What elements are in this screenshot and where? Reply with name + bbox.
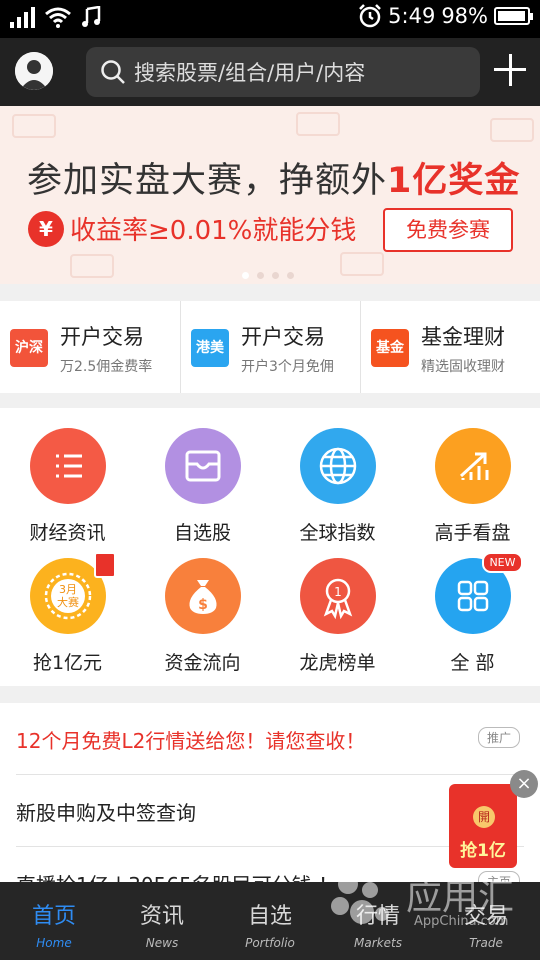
watermark-title: 应用汇 <box>406 877 515 918</box>
banner-headline-highlight: 1亿奖金 <box>387 161 521 201</box>
promo-tag: 推广 <box>477 727 520 748</box>
news-title: 新股申购及中签查询 <box>16 801 196 825</box>
svg-text:3月: 3月 <box>59 583 77 596</box>
search-placeholder: 搜索股票/组合/用户/内容 <box>134 61 366 85</box>
signal-icon <box>10 6 35 28</box>
grid-item-label: 全球指数 <box>299 522 376 544</box>
clock-time: 5:49 <box>388 4 436 28</box>
user-icon <box>15 52 53 90</box>
grid-item-label: 财经资讯 <box>29 522 106 544</box>
list-item[interactable]: 12个月免费L2行情送给您！请您查收！ 推广 <box>16 703 524 775</box>
red-packet-label: 抢1亿 <box>460 841 506 861</box>
svg-text:1: 1 <box>334 585 342 599</box>
decor-bill <box>70 254 114 278</box>
account-desc: 开户3个月免佣 <box>241 359 334 375</box>
grid-item-all[interactable]: NEW 全 部 <box>405 552 540 675</box>
news-title: 12个月免费L2行情送给您！请您查收！ <box>16 729 366 753</box>
grid-item-label: 高手看盘 <box>434 522 511 544</box>
banner-subline-text: 收益率≥0.01%就能分钱 <box>70 216 357 246</box>
grid-item-grab-100m[interactable]: 3月 大赛 抢1亿元 <box>0 552 135 675</box>
grid-item-watchlist[interactable]: 自选股 <box>135 428 270 545</box>
tab-label: 自选 <box>247 904 292 929</box>
search-icon <box>101 60 125 84</box>
list-icon <box>29 428 106 504</box>
inbox-icon <box>164 428 241 504</box>
money-bag-icon: $ <box>164 558 241 634</box>
grid-item-dragon-tiger[interactable]: 1 龙虎榜单 <box>270 558 405 675</box>
watermark-logo: 应用汇 AppChina.com <box>318 862 528 942</box>
account-item-fund[interactable]: 基金 基金理财 精选固收理财 <box>360 301 540 393</box>
add-button[interactable] <box>494 54 526 86</box>
decor-bill <box>490 118 534 142</box>
watermark-site: AppChina.com <box>414 914 509 929</box>
tab-sublabel: Home <box>36 936 72 950</box>
account-title: 开户交易 <box>241 325 325 349</box>
promo-banner[interactable]: 参加实盘大赛，挣额外1亿奖金 ¥ 收益率≥0.01%就能分钱 免费参赛 <box>0 106 540 284</box>
tab-label: 首页 <box>31 904 76 929</box>
alarm-clock-icon <box>359 4 382 28</box>
free-join-button[interactable]: 免费参赛 <box>383 208 513 252</box>
new-badge: NEW <box>482 552 523 573</box>
account-desc: 精选固收理财 <box>421 359 505 375</box>
battery-percent: 98% <box>441 4 488 28</box>
globe-icon <box>299 428 376 504</box>
account-row: 沪深 开户交易 万2.5佣金费率 港美 开户交易 开户3个月免佣 基金 基金理财… <box>0 301 540 393</box>
grid-item-expert-view[interactable]: 高手看盘 <box>405 428 540 545</box>
decor-bill <box>296 112 340 136</box>
red-packet-float[interactable]: 開 抢1亿 <box>449 784 517 868</box>
grid-item-fund-flow[interactable]: $ 资金流向 <box>135 558 270 675</box>
banner-headline: 参加实盘大赛，挣额外1亿奖金 <box>27 161 521 201</box>
svg-text:$: $ <box>198 597 208 613</box>
account-title: 基金理财 <box>421 325 505 349</box>
yen-coin-icon: ¥ <box>28 210 64 247</box>
music-note-icon <box>82 6 101 27</box>
grid-item-label: 龙虎榜单 <box>299 652 376 674</box>
fund-icon: 基金 <box>371 329 409 367</box>
avatar[interactable] <box>15 52 53 90</box>
hk-us-icon: 港美 <box>191 329 229 367</box>
tab-sublabel: Portfolio <box>245 936 295 950</box>
feature-grid: 财经资讯 自选股 全球指数 高手看盘 3月 大赛 抢1亿元 $ 资金流向 1 龙… <box>0 408 540 686</box>
decor-bill <box>340 252 384 276</box>
tab-label: 资讯 <box>139 904 184 929</box>
grid-item-label: 抢1亿元 <box>32 652 103 674</box>
grid-item-label: 自选股 <box>173 522 231 544</box>
tab-news[interactable]: 资讯 News <box>108 882 216 960</box>
watermark-icon <box>331 874 389 924</box>
status-bar: 5:49 98% <box>0 0 540 38</box>
badge-icon: 3月 大赛 <box>29 552 116 634</box>
carousel-dot <box>242 272 249 279</box>
grid-icon: NEW <box>434 552 523 634</box>
grid-item-label: 资金流向 <box>164 652 241 674</box>
tab-home[interactable]: 首页 Home <box>0 882 108 960</box>
grid-item-global-index[interactable]: 全球指数 <box>270 428 405 545</box>
account-item-hk-us[interactable]: 港美 开户交易 开户3个月免佣 <box>180 301 360 393</box>
a-shares-icon: 沪深 <box>10 329 48 367</box>
open-seal-icon: 開 <box>473 806 495 828</box>
grid-item-finance-news[interactable]: 财经资讯 <box>0 428 135 545</box>
account-desc: 万2.5佣金费率 <box>60 359 153 375</box>
close-button[interactable]: × <box>510 770 538 798</box>
medal-icon: 1 <box>299 558 376 634</box>
carousel-indicator <box>242 272 294 279</box>
decor-bill <box>12 114 56 138</box>
tab-sublabel: News <box>145 936 179 950</box>
search-input[interactable]: 搜索股票/组合/用户/内容 <box>86 47 480 97</box>
grid-item-label: 全 部 <box>450 652 495 674</box>
tab-portfolio[interactable]: 自选 Portfolio <box>216 882 324 960</box>
top-bar: 搜索股票/组合/用户/内容 <box>0 38 540 106</box>
list-item[interactable]: 新股申购及中签查询 <box>16 775 524 847</box>
banner-subline: ¥ 收益率≥0.01%就能分钱 <box>28 210 356 247</box>
svg-text:大赛: 大赛 <box>57 595 79 609</box>
carousel-dot <box>257 272 264 279</box>
battery-icon <box>494 7 533 25</box>
account-item-a-shares[interactable]: 沪深 开户交易 万2.5佣金费率 <box>0 301 180 393</box>
carousel-dot <box>287 272 294 279</box>
red-packet-badge <box>93 552 116 578</box>
wifi-icon <box>45 7 71 28</box>
carousel-dot <box>272 272 279 279</box>
account-title: 开户交易 <box>60 325 144 349</box>
trend-up-icon <box>434 428 511 504</box>
